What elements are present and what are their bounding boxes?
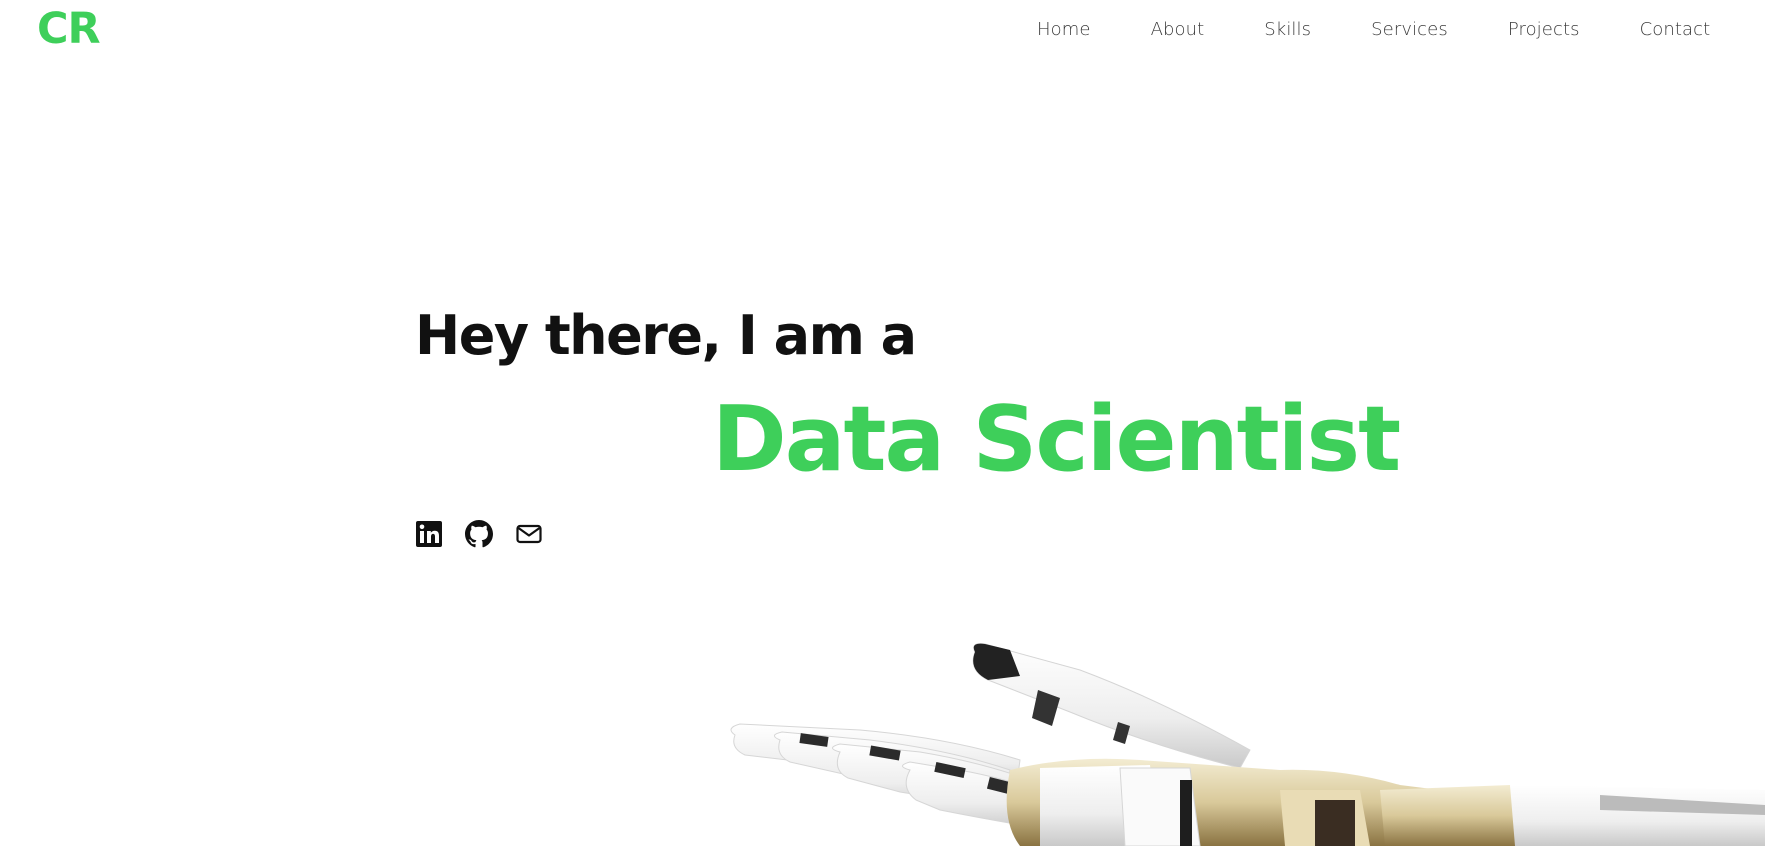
- main-nav: Home About Skills Services Projects Cont…: [1012, 19, 1740, 41]
- logo[interactable]: CR: [37, 8, 101, 51]
- nav-item-contact[interactable]: Contact: [1610, 19, 1741, 41]
- mail-icon: [516, 524, 542, 544]
- hero-role: Data Scientist: [712, 387, 1401, 492]
- nav-item-services[interactable]: Services: [1341, 19, 1478, 41]
- nav-item-projects[interactable]: Projects: [1478, 19, 1610, 41]
- social-links: [415, 520, 543, 548]
- nav-item-skills[interactable]: Skills: [1234, 19, 1341, 41]
- github-link[interactable]: [465, 520, 493, 548]
- linkedin-link[interactable]: [415, 520, 443, 548]
- robot-hand-image: [730, 643, 1765, 846]
- nav-item-about[interactable]: About: [1121, 19, 1235, 41]
- page: CR Home About Skills Services Projects C…: [0, 0, 1765, 846]
- linkedin-icon: [416, 521, 442, 547]
- nav-item-home[interactable]: Home: [1012, 19, 1121, 41]
- github-icon: [465, 520, 493, 548]
- mail-link[interactable]: [515, 520, 543, 548]
- hero-intro: Hey there, I am a: [415, 304, 917, 367]
